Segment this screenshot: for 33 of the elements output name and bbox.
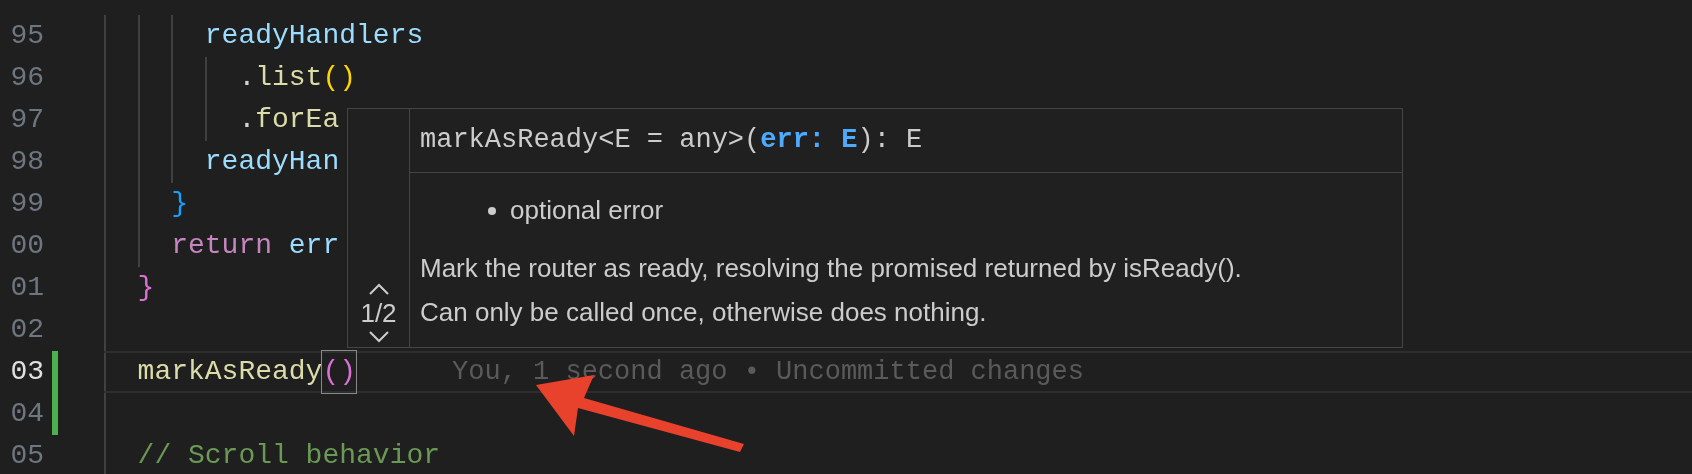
code-token: forEa [255, 103, 340, 137]
code-token: err [288, 229, 340, 263]
code-token: readyHandlers [204, 19, 424, 53]
line-number: 02 [9, 313, 44, 347]
code-token: } [171, 187, 188, 221]
parameter-description: optional error [510, 194, 664, 227]
line-number: 95 [9, 19, 44, 53]
code-token: readyHan [204, 145, 340, 179]
matched-brackets: () [322, 351, 357, 393]
inline-blame-annotation: You, 1 second ago • Uncommitted changes [452, 355, 1084, 389]
line-number: 96 [9, 61, 44, 95]
chevron-down-icon[interactable] [367, 331, 390, 343]
code-comment: // Scroll behavior [137, 439, 441, 473]
code-token: return [171, 229, 272, 263]
line-number: 99 [9, 187, 44, 221]
code-token: . [238, 103, 256, 137]
line-number: 03 [9, 355, 44, 389]
signature-label: markAsReady<E = any>(err: E): E [420, 124, 923, 158]
line-number: 01 [9, 271, 44, 305]
code-token: list [255, 61, 323, 95]
line-number: 00 [9, 229, 44, 263]
overload-counter: 1/2 [360, 297, 397, 330]
line-number: 05 [9, 439, 44, 473]
code-token: markAsReady [137, 355, 323, 389]
code-token: } [137, 271, 155, 305]
description-text: Mark the router as ready, resolving the promised returned by isReady(). Can only be called once, otherwise does nothing. [420, 252, 1243, 329]
chevron-up-icon[interactable] [367, 283, 390, 295]
line-number: 98 [9, 145, 44, 179]
bullet-icon [488, 206, 496, 215]
line-number: 97 [9, 103, 44, 137]
code-token: . [238, 61, 256, 95]
line-number: 04 [9, 397, 44, 431]
code-token: () [322, 61, 357, 95]
